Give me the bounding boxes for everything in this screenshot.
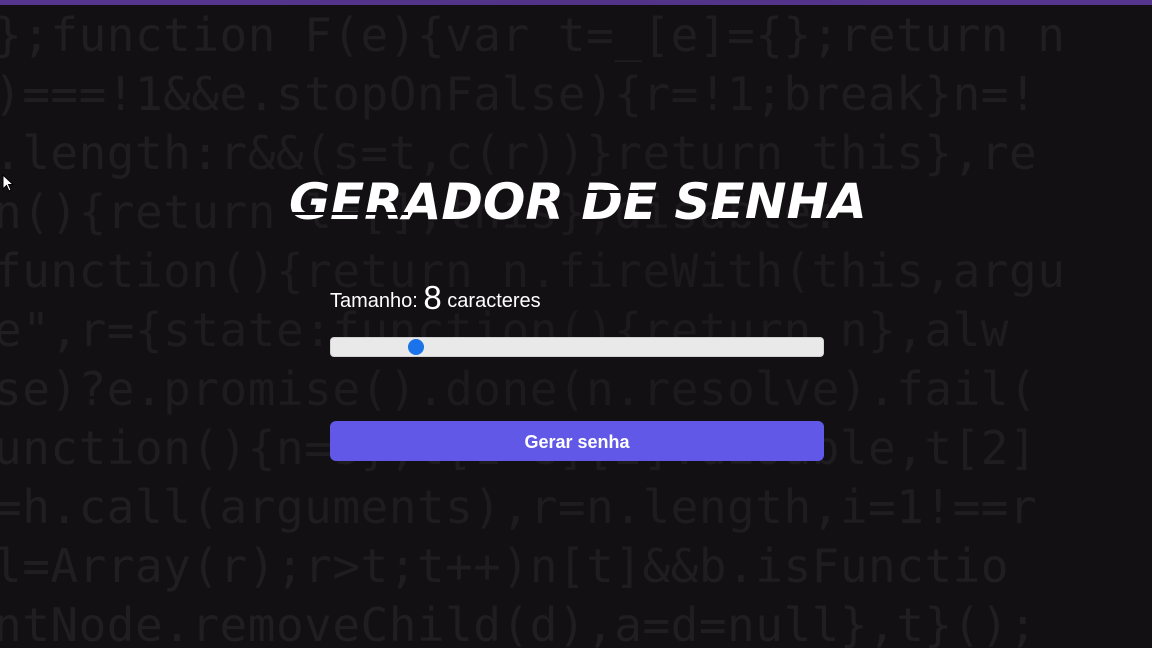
- length-value: 8: [423, 279, 442, 316]
- generate-password-button[interactable]: Gerar senha: [330, 421, 824, 461]
- code-background-line: se)?e.promise().done(n.resolve).fail(: [0, 362, 1038, 416]
- mouse-pointer-icon: [2, 174, 14, 192]
- page-title: GERADOR DE SENHA: [289, 173, 867, 231]
- code-background-line: function(){return n.fireWith(this,argu: [0, 244, 1066, 298]
- length-slider[interactable]: [330, 337, 824, 357]
- code-background-line: ntNode.removeChild(d),a=d=null},t}();: [0, 598, 1038, 648]
- window-top-bar: [0, 0, 1152, 5]
- code-background: };function F(e){var t=_[e]={};return n)=…: [0, 6, 1152, 648]
- length-prefix: Tamanho:: [330, 290, 424, 312]
- length-label: Tamanho: 8 caracteres: [330, 276, 541, 323]
- code-background-line: l=Array(r);r>t;t++)n[t]&&b.isFunctio: [0, 539, 1009, 593]
- code-background-line: =h.call(arguments),r=n.length,i=1!==r: [0, 480, 1038, 534]
- code-background-line: };function F(e){var t=_[e]={};return n: [0, 8, 1066, 62]
- code-background-line: )===!1&&e.stopOnFalse){r=!1;break}n=!: [0, 67, 1038, 121]
- length-suffix: caracteres: [441, 290, 541, 312]
- length-slider-thumb[interactable]: [407, 339, 424, 355]
